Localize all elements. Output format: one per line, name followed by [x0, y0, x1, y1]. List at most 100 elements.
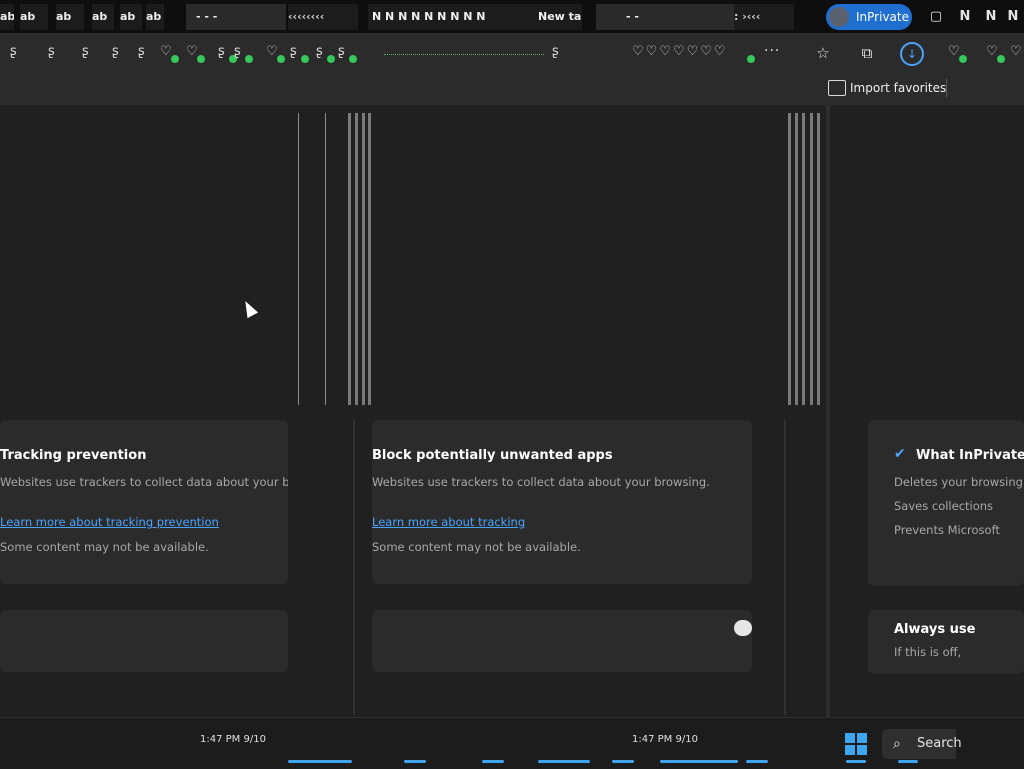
- card-title: What InPrivate does: [916, 448, 1024, 463]
- card-description: Websites use trackers to collect data ab…: [372, 475, 710, 489]
- status-dot-icon: [277, 55, 285, 63]
- status-dot-icon: [327, 55, 335, 63]
- status-dot-icon: [245, 55, 253, 63]
- tracking-icon[interactable]: ♡: [948, 44, 967, 63]
- tab[interactable]: - -: [596, 4, 746, 30]
- avatar: [829, 7, 849, 27]
- tab[interactable]: ab: [56, 4, 84, 30]
- panel-divider: [353, 420, 355, 715]
- tracking-icon[interactable]: ♡: [186, 44, 205, 63]
- more-icon[interactable]: ···: [764, 43, 780, 59]
- panel-divider: [784, 420, 786, 715]
- card-line: Prevents Microsoft: [894, 523, 1000, 537]
- inprivate-button[interactable]: InPrivate: [826, 4, 912, 30]
- info-card: [0, 420, 288, 584]
- tab[interactable]: : ›‹‹‹: [734, 4, 794, 30]
- tab[interactable]: - - -: [186, 4, 286, 30]
- extension-icon[interactable]: ʂ: [10, 44, 26, 60]
- taskbar-app-indicator: [482, 760, 504, 763]
- windows-logo-icon[interactable]: [845, 733, 867, 755]
- check-icon: ✔: [894, 446, 906, 462]
- tracking-icon[interactable]: ʂ: [234, 44, 253, 63]
- tracking-icon[interactable]: ʂ: [290, 44, 309, 63]
- tracking-icon[interactable]: ʂ: [218, 44, 237, 63]
- taskbar-app-indicator: [898, 760, 918, 763]
- card-note: Some content may not be available.: [0, 540, 209, 554]
- setting-description: If this is off,: [894, 645, 962, 659]
- import-icon: [828, 80, 846, 96]
- taskbar-app-indicator: [288, 760, 352, 763]
- card-line: Deletes your browsing data: [894, 475, 1024, 489]
- divider: [362, 113, 365, 405]
- tab[interactable]: ab: [120, 4, 142, 30]
- taskbar-app-indicator: [612, 760, 634, 763]
- address-bar-progress: [384, 54, 544, 57]
- settings-card: [0, 610, 288, 672]
- status-dot-icon: [959, 55, 967, 63]
- tab[interactable]: ab: [0, 4, 14, 30]
- taskbar-clock: 1:47 PM 9/10: [200, 734, 266, 745]
- tracking-icon[interactable]: ♡: [266, 44, 285, 63]
- status-dot-icon: [349, 55, 357, 63]
- search-icon: ⌕: [893, 736, 901, 752]
- taskbar-app-indicator: [660, 760, 738, 763]
- search-label: Search: [917, 736, 962, 751]
- status-dot-icon: [301, 55, 309, 63]
- divider: [325, 113, 326, 405]
- tracking-icon[interactable]: ♡: [986, 44, 1005, 63]
- card-line: Saves collections: [894, 499, 994, 513]
- extension-icon[interactable]: ʂ: [138, 44, 154, 60]
- extension-group-icon[interactable]: ♡♡♡♡♡♡♡: [632, 44, 755, 63]
- extension-icon[interactable]: ʂ: [82, 44, 98, 60]
- tab[interactable]: N N N N N N N N N: [368, 4, 542, 30]
- collections-icon[interactable]: ⧉: [856, 42, 878, 64]
- tracking-icon[interactable]: ♡: [1010, 44, 1024, 60]
- divider: [810, 113, 813, 405]
- tab-icon[interactable]: N: [956, 8, 974, 26]
- status-dot-icon: [997, 55, 1005, 63]
- tab[interactable]: ab: [146, 4, 164, 30]
- tab-actions-icon[interactable]: ▢: [927, 8, 945, 26]
- extension-icon[interactable]: ʂ: [112, 44, 128, 60]
- divider: [298, 113, 299, 405]
- card-title: Tracking prevention: [0, 448, 147, 463]
- divider: [348, 113, 351, 405]
- taskbar-clock: 1:47 PM 9/10: [632, 734, 698, 745]
- card-title: Block potentially unwanted apps: [372, 448, 613, 463]
- extension-icon[interactable]: ʂ: [48, 44, 64, 60]
- divider: [368, 113, 371, 405]
- taskbar: [0, 717, 1024, 769]
- divider: [355, 113, 358, 405]
- taskbar-app-indicator: [404, 760, 426, 763]
- tab-icon[interactable]: N: [1004, 8, 1022, 26]
- tracking-icon[interactable]: ʂ: [338, 44, 357, 63]
- status-dot-icon: [747, 55, 755, 63]
- settings-card: [868, 610, 1024, 674]
- setting-title: Always use: [894, 622, 976, 637]
- panel-divider: [826, 105, 830, 717]
- divider: [802, 113, 805, 405]
- tab[interactable]: ab: [20, 4, 48, 30]
- tracking-icon[interactable]: ʂ: [552, 44, 568, 60]
- learn-more-link[interactable]: Learn more about tracking: [372, 515, 752, 529]
- tab-new[interactable]: New tab: [538, 4, 582, 30]
- import-favorites-link[interactable]: Import favorites: [850, 81, 946, 95]
- card-description: Websites use trackers to collect data ab…: [0, 475, 288, 489]
- divider: [946, 79, 947, 97]
- tracking-icon[interactable]: ʂ: [316, 44, 335, 63]
- divider: [788, 113, 791, 405]
- tab[interactable]: ab: [92, 4, 114, 30]
- tracking-icon[interactable]: ♡: [160, 44, 179, 63]
- tab-icon[interactable]: N: [982, 8, 1000, 26]
- status-dot-icon: [171, 55, 179, 63]
- toggle-switch[interactable]: [734, 620, 752, 636]
- divider: [817, 113, 820, 405]
- tab[interactable]: ‹‹‹‹‹‹‹‹: [288, 4, 358, 30]
- taskbar-app-indicator: [746, 760, 768, 763]
- star-icon[interactable]: ☆: [812, 42, 834, 64]
- card-note: Some content may not be available.: [372, 540, 581, 554]
- info-card: [372, 420, 752, 584]
- download-icon[interactable]: ↓: [900, 42, 924, 66]
- learn-more-link[interactable]: Learn more about tracking prevention: [0, 515, 288, 529]
- settings-card: [372, 610, 752, 672]
